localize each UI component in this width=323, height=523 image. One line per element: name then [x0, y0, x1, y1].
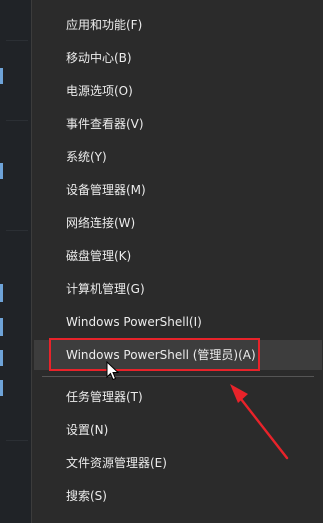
menu-separator	[42, 376, 314, 377]
menu-item-device-manager[interactable]: 设备管理器(M)	[34, 175, 322, 205]
background-divider	[6, 120, 28, 121]
background-selection-marker	[0, 318, 3, 336]
background-selection-marker	[0, 380, 3, 396]
menu-item-disk-management[interactable]: 磁盘管理(K)	[34, 241, 322, 271]
background-selection-marker	[0, 350, 3, 366]
menu-item-task-manager[interactable]: 任务管理器(T)	[34, 382, 322, 412]
background-divider	[6, 230, 28, 231]
menu-item-power-options[interactable]: 电源选项(O)	[34, 76, 322, 106]
mouse-cursor-icon	[106, 361, 120, 381]
winx-context-menu: 应用和功能(F) 移动中心(B) 电源选项(O) 事件查看器(V) 系统(Y) …	[31, 0, 323, 523]
background-selection-marker	[0, 284, 3, 302]
menu-item-event-viewer[interactable]: 事件查看器(V)	[34, 109, 322, 139]
menu-item-powershell-admin[interactable]: Windows PowerShell (管理员)(A)	[34, 340, 322, 370]
menu-item-powershell[interactable]: Windows PowerShell(I)	[34, 307, 322, 337]
menu-item-system[interactable]: 系统(Y)	[34, 142, 322, 172]
menu-item-settings[interactable]: 设置(N)	[34, 415, 322, 445]
background-window-strip	[0, 0, 31, 523]
background-divider	[6, 40, 28, 41]
menu-item-mobility-center[interactable]: 移动中心(B)	[34, 43, 322, 73]
menu-item-search[interactable]: 搜索(S)	[34, 481, 322, 511]
menu-item-file-explorer[interactable]: 文件资源管理器(E)	[34, 448, 322, 478]
background-selection-marker	[0, 68, 3, 84]
background-divider	[6, 440, 28, 441]
screenshot-root: 应用和功能(F) 移动中心(B) 电源选项(O) 事件查看器(V) 系统(Y) …	[0, 0, 323, 523]
background-selection-marker	[0, 163, 3, 179]
menu-item-apps-features[interactable]: 应用和功能(F)	[34, 10, 322, 40]
menu-item-network-connections[interactable]: 网络连接(W)	[34, 208, 322, 238]
menu-item-computer-management[interactable]: 计算机管理(G)	[34, 274, 322, 304]
